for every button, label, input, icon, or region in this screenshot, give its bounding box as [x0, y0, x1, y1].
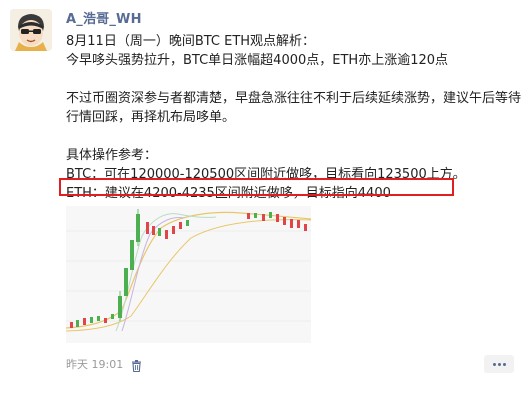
ellipsis-icon: [503, 363, 506, 366]
ellipsis-icon: [498, 363, 501, 366]
post-line-date: 8月11日（周一）晚间BTC ETH观点解析：: [66, 34, 316, 49]
post-line-summary: 今早哆头强势拉升，BTC单日涨幅超4000点，ETH亦上涨逾120点: [66, 53, 449, 68]
post-line-operation-heading: 具体操作参考：: [66, 148, 158, 163]
candlestick-chart-thumbnail: [66, 206, 311, 343]
more-options-button[interactable]: [484, 355, 514, 373]
highlight-box: [59, 178, 454, 196]
trash-icon[interactable]: [131, 357, 142, 373]
post-image-candlestick-chart[interactable]: [66, 206, 311, 343]
avatar[interactable]: [10, 9, 52, 51]
avatar-cartoon-image: [10, 9, 52, 51]
moments-post: A_浩哥_WH 8月11日（周一）晚间BTC ETH观点解析： 今早哆头强势拉升…: [0, 0, 531, 405]
ellipsis-icon: [493, 363, 496, 366]
post-line-blank: [66, 70, 526, 89]
post-author-name[interactable]: A_浩哥_WH: [66, 8, 142, 27]
post-line-advice: 不过币圈资深参与者都清楚，早盘急涨往往不利于后续延续涨势，建议午后等待行情回踩，…: [66, 91, 522, 125]
post-line-blank: [66, 127, 526, 146]
post-time: 昨天 19:01: [66, 358, 124, 371]
